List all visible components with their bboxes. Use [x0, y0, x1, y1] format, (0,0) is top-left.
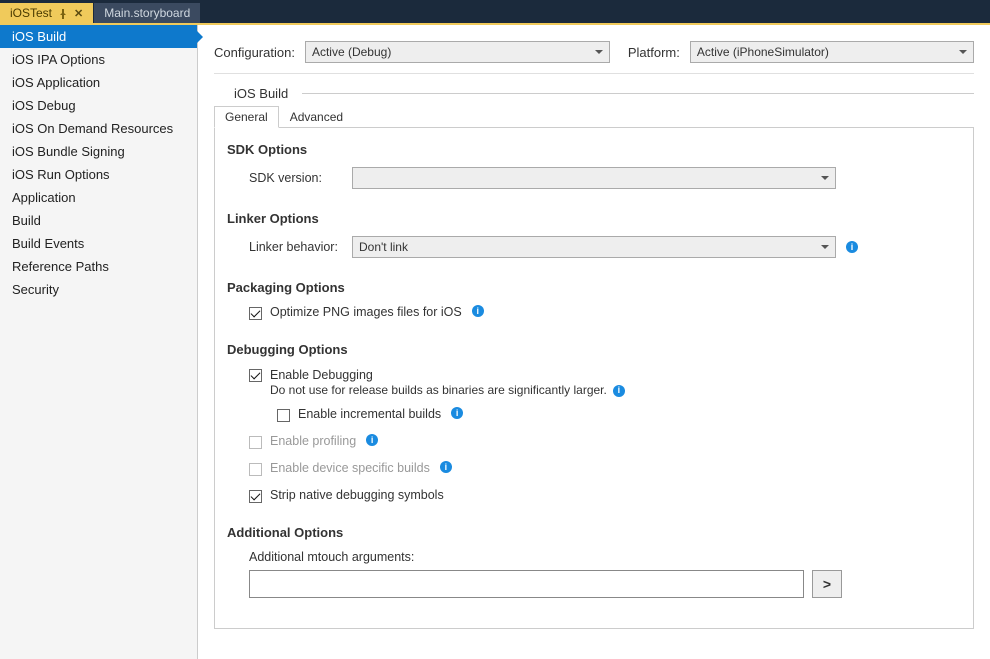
info-icon[interactable]: i	[440, 461, 452, 473]
incremental-builds-checkbox[interactable]	[277, 409, 290, 422]
device-specific-builds-checkbox	[249, 463, 262, 476]
platform-select[interactable]: Active (iPhoneSimulator)	[690, 41, 974, 63]
info-icon[interactable]: i	[472, 305, 484, 317]
go-button-label: >	[823, 576, 831, 592]
sidebar-item-label: iOS IPA Options	[12, 52, 105, 67]
linker-behavior-row: Linker behavior: Don't link i	[249, 236, 951, 258]
linker-behavior-select[interactable]: Don't link	[352, 236, 836, 258]
incremental-builds-label: Enable incremental builds	[298, 407, 441, 421]
enable-debugging-row: Enable Debugging Do not use for release …	[249, 367, 951, 399]
sidebar-item-label: Build	[12, 213, 41, 228]
pin-icon[interactable]	[58, 8, 68, 18]
tab-label: General	[225, 110, 268, 124]
sdk-version-select[interactable]	[352, 167, 836, 189]
optimize-png-row: Optimize PNG images files for iOS i	[249, 305, 951, 320]
linker-behavior-value: Don't link	[359, 240, 408, 254]
device-specific-builds-row: Enable device specific builds i	[249, 461, 951, 476]
platform-value: Active (iPhoneSimulator)	[697, 45, 829, 59]
incremental-builds-row: Enable incremental builds i	[277, 407, 951, 422]
sidebar-item-ios-run-options[interactable]: iOS Run Options	[0, 163, 197, 186]
tab-iostest[interactable]: iOSTest ✕	[0, 3, 93, 23]
section-packaging-options: Packaging Options	[227, 280, 951, 295]
general-panel: SDK Options SDK version: Linker Options …	[214, 128, 974, 629]
mtouch-args-label: Additional mtouch arguments:	[249, 550, 951, 564]
sidebar-item-label: iOS Bundle Signing	[12, 144, 125, 159]
sidebar-item-label: iOS Run Options	[12, 167, 110, 182]
sdk-version-label: SDK version:	[249, 171, 344, 185]
mtouch-go-button[interactable]: >	[812, 570, 842, 598]
content-panel: Configuration: Active (Debug) Platform: …	[198, 25, 990, 659]
sidebar-item-label: iOS Debug	[12, 98, 76, 113]
sidebar-item-ios-bundle-signing[interactable]: iOS Bundle Signing	[0, 140, 197, 163]
mtouch-args-row: >	[249, 570, 951, 598]
sidebar-item-label: Application	[12, 190, 76, 205]
tab-label: iOSTest	[10, 6, 52, 20]
tab-mainstoryboard[interactable]: Main.storyboard	[94, 3, 200, 23]
sdk-version-row: SDK version:	[249, 167, 951, 189]
inner-tabs: General Advanced	[214, 105, 974, 128]
sidebar-item-label: Build Events	[12, 236, 84, 251]
sidebar-item-ios-build[interactable]: iOS Build	[0, 25, 197, 48]
tab-advanced[interactable]: Advanced	[279, 106, 354, 128]
strip-symbols-label: Strip native debugging symbols	[270, 488, 444, 502]
optimize-png-checkbox[interactable]	[249, 307, 262, 320]
sidebar-item-label: Security	[12, 282, 59, 297]
sidebar-item-application[interactable]: Application	[0, 186, 197, 209]
sidebar-item-label: iOS On Demand Resources	[12, 121, 173, 136]
configuration-label: Configuration:	[214, 45, 295, 60]
configuration-select[interactable]: Active (Debug)	[305, 41, 610, 63]
sidebar-item-ios-debug[interactable]: iOS Debug	[0, 94, 197, 117]
enable-profiling-label: Enable profiling	[270, 434, 356, 448]
strip-symbols-checkbox[interactable]	[249, 490, 262, 503]
enable-debugging-checkbox[interactable]	[249, 369, 262, 382]
sidebar-item-build[interactable]: Build	[0, 209, 197, 232]
sidebar-item-security[interactable]: Security	[0, 278, 197, 301]
enable-debugging-sublabel: Do not use for release builds as binarie…	[270, 383, 607, 399]
optimize-png-label: Optimize PNG images files for iOS	[270, 305, 462, 319]
sidebar-item-ios-on-demand-resources[interactable]: iOS On Demand Resources	[0, 117, 197, 140]
tab-label: Main.storyboard	[104, 6, 190, 20]
linker-behavior-label: Linker behavior:	[249, 240, 344, 254]
config-platform-row: Configuration: Active (Debug) Platform: …	[214, 35, 974, 74]
sidebar-item-ios-application[interactable]: iOS Application	[0, 71, 197, 94]
sidebar-item-label: iOS Application	[12, 75, 100, 90]
device-specific-builds-label: Enable device specific builds	[270, 461, 430, 475]
document-tabs: iOSTest ✕ Main.storyboard	[0, 0, 990, 23]
info-icon[interactable]: i	[451, 407, 463, 419]
tab-label: Advanced	[290, 110, 343, 124]
main-area: iOS Build iOS IPA Options iOS Applicatio…	[0, 23, 990, 659]
fieldset-title: iOS Build	[214, 86, 292, 101]
configuration-value: Active (Debug)	[312, 45, 391, 59]
enable-debugging-label: Enable Debugging	[270, 367, 625, 383]
sidebar-item-build-events[interactable]: Build Events	[0, 232, 197, 255]
info-icon[interactable]: i	[366, 434, 378, 446]
sidebar-item-ios-ipa-options[interactable]: iOS IPA Options	[0, 48, 197, 71]
section-sdk-options: SDK Options	[227, 142, 951, 157]
section-linker-options: Linker Options	[227, 211, 951, 226]
tab-general[interactable]: General	[214, 106, 279, 128]
platform-label: Platform:	[628, 45, 680, 60]
close-icon[interactable]: ✕	[74, 7, 83, 20]
sidebar-item-reference-paths[interactable]: Reference Paths	[0, 255, 197, 278]
enable-profiling-checkbox	[249, 436, 262, 449]
settings-sidebar: iOS Build iOS IPA Options iOS Applicatio…	[0, 25, 198, 659]
section-debugging-options: Debugging Options	[227, 342, 951, 357]
info-icon[interactable]: i	[846, 241, 858, 253]
fieldset-divider	[302, 93, 974, 94]
sidebar-item-label: iOS Build	[12, 29, 66, 44]
enable-profiling-row: Enable profiling i	[249, 434, 951, 449]
sidebar-item-label: Reference Paths	[12, 259, 109, 274]
info-icon[interactable]: i	[613, 385, 625, 397]
mtouch-args-input[interactable]	[249, 570, 804, 598]
strip-symbols-row: Strip native debugging symbols	[249, 488, 951, 503]
fieldset-header: iOS Build	[214, 86, 974, 101]
section-additional-options: Additional Options	[227, 525, 951, 540]
